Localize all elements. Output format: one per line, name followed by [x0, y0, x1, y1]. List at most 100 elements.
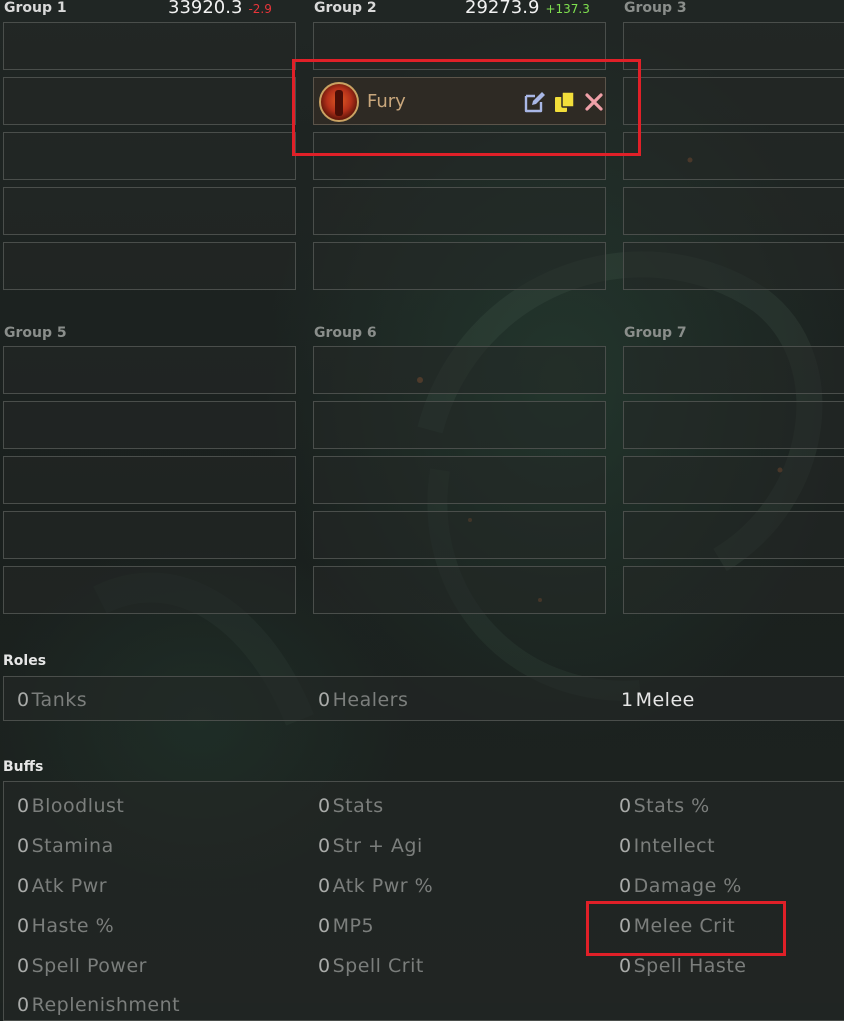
group-score-value: 29273.9	[465, 0, 540, 18]
group-title: Group 2	[314, 0, 377, 16]
group-title: Group 1	[4, 0, 67, 16]
buff-stats: 0 Stats	[318, 795, 384, 817]
buff-str-agi: 0 Str + Agi	[318, 835, 423, 857]
group-slot[interactable]	[623, 22, 844, 70]
group-score: 33920.3 -2.9	[168, 0, 272, 19]
buff-label: Bloodlust	[31, 795, 125, 817]
buff-label: Damage %	[633, 875, 742, 897]
group-title: Group 6	[314, 325, 377, 341]
group-slot[interactable]	[623, 346, 844, 394]
buff-count: 0	[619, 875, 632, 897]
buff-count: 0	[17, 915, 30, 937]
group-slot[interactable]	[3, 456, 296, 504]
buff-spell-power: 0 Spell Power	[17, 955, 147, 977]
role-label: Melee	[635, 689, 695, 711]
group-slot[interactable]	[623, 132, 844, 180]
buff-count: 0	[17, 994, 30, 1016]
buff-label: MP5	[332, 915, 375, 937]
group-slot[interactable]	[623, 566, 844, 614]
buff-label: Spell Power	[31, 955, 147, 977]
buff-label: Stamina	[31, 835, 114, 857]
group-slot[interactable]	[623, 187, 844, 235]
buff-stats-percent: 0 Stats %	[619, 795, 710, 817]
group-score-value: 33920.3	[168, 0, 243, 18]
buff-damage-percent: 0 Damage %	[619, 875, 742, 897]
group-title: Group 3	[624, 0, 687, 16]
role-tanks: 0 Tanks	[17, 689, 87, 711]
group-slot[interactable]	[623, 456, 844, 504]
buff-haste-percent: 0 Haste %	[17, 915, 114, 937]
buff-label: Atk Pwr %	[332, 875, 434, 897]
group-slot[interactable]	[3, 401, 296, 449]
buff-label: Replenishment	[31, 994, 181, 1016]
buff-label: Intellect	[633, 835, 716, 857]
buff-atk-pwr-percent: 0 Atk Pwr %	[318, 875, 433, 897]
group-slot[interactable]	[623, 401, 844, 449]
role-count: 0	[17, 689, 30, 711]
buff-count: 0	[318, 915, 331, 937]
group-slot[interactable]	[3, 22, 296, 70]
group-slot[interactable]	[313, 187, 606, 235]
group-slot[interactable]	[3, 566, 296, 614]
buff-label: Stats %	[633, 795, 710, 817]
role-healers: 0 Healers	[318, 689, 408, 711]
buff-spell-crit: 0 Spell Crit	[318, 955, 424, 977]
buff-label: Haste %	[31, 915, 115, 937]
group-slot[interactable]	[623, 242, 844, 290]
buff-atk-pwr: 0 Atk Pwr	[17, 875, 107, 897]
group-3: Group 3	[623, 0, 844, 295]
buff-spell-haste: 0 Spell Haste	[619, 955, 746, 977]
buff-count: 0	[318, 955, 331, 977]
buff-count: 0	[619, 795, 632, 817]
group-slot[interactable]	[313, 242, 606, 290]
group-slot[interactable]	[313, 456, 606, 504]
group-slot[interactable]	[3, 132, 296, 180]
group-slot[interactable]	[3, 242, 296, 290]
buff-count: 0	[619, 835, 632, 857]
group-slot[interactable]	[623, 511, 844, 559]
group-score-delta: +137.3	[545, 2, 590, 16]
group-slot[interactable]	[623, 77, 844, 125]
buff-stamina: 0 Stamina	[17, 835, 114, 857]
group-slot[interactable]	[3, 77, 296, 125]
buff-replenishment: 0 Replenishment	[17, 994, 180, 1016]
group-title: Group 7	[624, 325, 687, 341]
group-slot[interactable]	[313, 511, 606, 559]
group-title: Group 5	[4, 325, 67, 341]
buff-count: 0	[318, 875, 331, 897]
buff-count: 0	[318, 795, 331, 817]
buff-count: 0	[17, 795, 30, 817]
role-label: Tanks	[31, 689, 88, 711]
group-slot[interactable]	[313, 566, 606, 614]
group-1: Group 1 33920.3 -2.9	[3, 0, 298, 295]
buff-label: Str + Agi	[332, 835, 423, 857]
group-slot[interactable]	[3, 187, 296, 235]
group-slot[interactable]	[3, 511, 296, 559]
buff-label: Spell Crit	[332, 955, 424, 977]
role-melee: 1 Melee	[621, 689, 695, 711]
highlight-box-melee-crit	[586, 901, 786, 956]
buff-label: Spell Haste	[633, 955, 747, 977]
group-slot[interactable]	[3, 346, 296, 394]
buff-count: 0	[17, 835, 30, 857]
buff-count: 0	[619, 955, 632, 977]
buff-mp5: 0 MP5	[318, 915, 374, 937]
group-slot[interactable]	[313, 401, 606, 449]
group-5: Group 5	[3, 325, 298, 617]
group-slot[interactable]	[313, 346, 606, 394]
group-6: Group 6	[313, 325, 608, 617]
roles-title: Roles	[3, 653, 47, 669]
role-count: 0	[318, 689, 331, 711]
buffs-title: Buffs	[3, 759, 44, 775]
group-7: Group 7	[623, 325, 844, 617]
buff-count: 0	[17, 955, 30, 977]
role-count: 1	[621, 689, 634, 711]
buff-label: Atk Pwr	[31, 875, 108, 897]
buff-count: 0	[17, 875, 30, 897]
buff-count: 0	[318, 835, 331, 857]
buff-bloodlust: 0 Bloodlust	[17, 795, 124, 817]
group-score: 29273.9 +137.3	[465, 0, 590, 19]
roles-panel: 0 Tanks 0 Healers 1 Melee	[3, 676, 844, 721]
highlight-box-player-slot	[292, 59, 641, 156]
buff-label: Stats	[332, 795, 384, 817]
